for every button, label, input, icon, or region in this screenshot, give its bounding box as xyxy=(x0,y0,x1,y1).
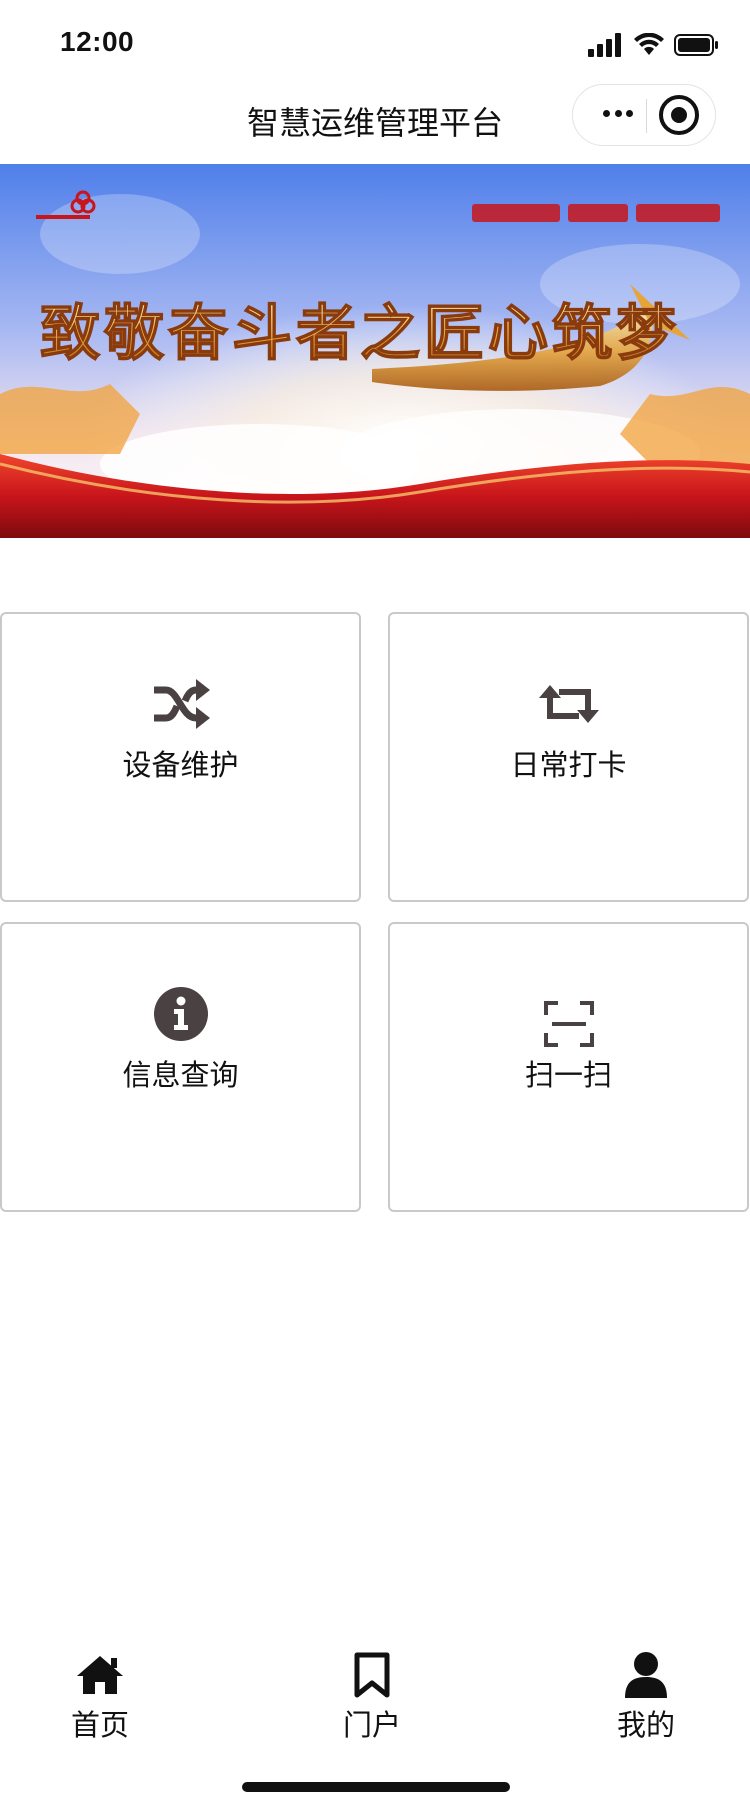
tab-portal[interactable]: 门户 xyxy=(302,1640,442,1750)
user-icon xyxy=(576,1650,716,1700)
tab-home[interactable]: 首页 xyxy=(30,1640,170,1750)
banner-tagline-marks xyxy=(472,204,720,222)
miniprogram-capsule xyxy=(572,84,716,146)
tab-mine[interactable]: 我的 xyxy=(576,1640,716,1750)
more-menu-icon[interactable] xyxy=(603,109,633,119)
card-scan[interactable]: 扫一扫 xyxy=(388,922,749,1212)
card-daily-checkin[interactable]: 日常打卡 xyxy=(388,612,749,902)
card-label: 日常打卡 xyxy=(510,748,627,782)
card-label: 设备维护 xyxy=(122,748,239,782)
card-label: 信息查询 xyxy=(122,1058,239,1092)
card-label: 扫一扫 xyxy=(524,1058,612,1092)
nav-bar: 智慧运维管理平台 xyxy=(0,80,750,164)
status-time: 12:00 xyxy=(60,26,135,57)
tab-label: 门户 xyxy=(342,1708,401,1742)
shuffle-icon xyxy=(2,674,359,734)
tab-label: 我的 xyxy=(616,1708,675,1742)
wifi-icon xyxy=(634,33,664,55)
status-icons xyxy=(588,30,720,60)
status-bar: 12:00 xyxy=(0,0,750,88)
card-info-query[interactable]: 信息查询 xyxy=(0,922,361,1212)
banner-image[interactable]: 致敬奋斗者之匠心筑梦 xyxy=(0,164,750,538)
retweet-icon xyxy=(390,674,747,734)
info-circle-icon xyxy=(2,984,359,1044)
close-miniprogram-icon[interactable] xyxy=(659,95,699,135)
tab-bar: 首页 门户 我的 xyxy=(0,1640,750,1750)
home-icon xyxy=(30,1650,170,1700)
capsule-divider xyxy=(646,99,647,133)
bookmark-icon xyxy=(302,1650,442,1700)
scan-icon xyxy=(390,994,747,1054)
card-device-maintenance[interactable]: 设备维护 xyxy=(0,612,361,902)
tab-label: 首页 xyxy=(70,1708,129,1742)
banner-slogan: 致敬奋斗者之匠心筑梦 xyxy=(40,299,680,369)
home-indicator xyxy=(242,1782,510,1792)
battery-icon xyxy=(674,34,718,56)
signal-icon xyxy=(588,33,621,57)
